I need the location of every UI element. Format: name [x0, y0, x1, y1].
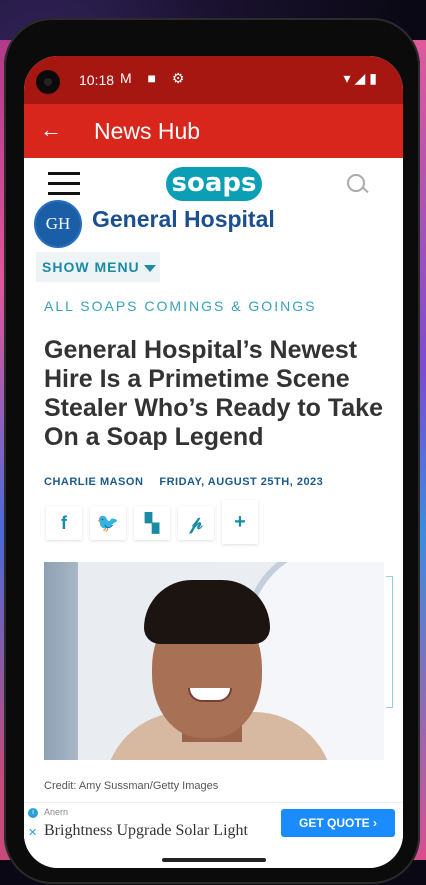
pinterest-share-icon[interactable]: 𝓅	[178, 506, 214, 540]
twitter-share-icon[interactable]: 🐦	[90, 506, 126, 540]
flipboard-share-icon[interactable]: ▚	[134, 506, 170, 540]
article-content: GH General Hospital SHOW MENU ALL SOAPS …	[24, 200, 403, 850]
back-arrow-icon[interactable]: ←	[40, 117, 62, 143]
phone-frame: 10:18 M ■ ⚙ ▾◢▮ ← News Hub soaps GH Gene…	[4, 18, 420, 884]
ad-close-icon[interactable]: ✕	[28, 826, 37, 839]
byline: CHARLIE MASON FRIDAY, AUGUST 25TH, 2023	[44, 476, 323, 488]
caret-down-icon	[143, 264, 156, 272]
publish-date: FRIDAY, AUGUST 25TH, 2023	[159, 476, 324, 488]
home-gesture-pill[interactable]	[162, 858, 266, 862]
site-header: soaps	[24, 158, 403, 211]
notification-icons: M ■ ⚙	[120, 70, 191, 86]
hamburger-menu-icon[interactable]	[48, 172, 80, 196]
facebook-share-icon[interactable]: f	[46, 506, 82, 540]
soaps-logo[interactable]: soaps	[166, 167, 262, 201]
more-share-icon[interactable]: +	[222, 500, 258, 544]
camera-cutout	[36, 70, 60, 94]
show-menu-button[interactable]: SHOW MENU	[36, 252, 160, 282]
signal-battery-icons: ▾◢▮	[343, 70, 381, 86]
article-photo[interactable]	[44, 562, 384, 760]
ad-banner[interactable]: i ✕ Anern Brightness Upgrade Solar Light…	[24, 802, 403, 851]
ad-advertiser: Anern	[44, 807, 69, 817]
status-time: 10:18	[79, 72, 115, 88]
get-quote-button[interactable]: GET QUOTE ›	[281, 809, 395, 837]
search-icon[interactable]	[347, 174, 365, 192]
app-bar-title: News Hub	[94, 118, 201, 144]
photo-credit: Credit: Amy Sussman/Getty Images	[44, 780, 219, 792]
general-hospital-badge[interactable]: GH	[34, 200, 82, 248]
screen: 10:18 M ■ ⚙ ▾◢▮ ← News Hub soaps GH Gene…	[24, 56, 403, 868]
ad-headline[interactable]: Brightness Upgrade Solar Light	[44, 822, 248, 840]
carousel-edge	[386, 576, 393, 708]
show-title[interactable]: General Hospital	[92, 206, 275, 233]
app-bar: ← News Hub	[24, 104, 403, 158]
show-menu-label: SHOW MENU	[42, 259, 140, 275]
status-bar: 10:18 M ■ ⚙ ▾◢▮	[24, 56, 403, 104]
article-category[interactable]: ALL SOAPS COMINGS & GOINGS	[44, 298, 316, 314]
article-headline: General Hospital’s Newest Hire Is a Prim…	[44, 336, 383, 451]
author-link[interactable]: CHARLIE MASON	[44, 476, 143, 488]
gesture-nav-bar	[24, 850, 403, 868]
ad-info-icon[interactable]: i	[28, 808, 38, 818]
